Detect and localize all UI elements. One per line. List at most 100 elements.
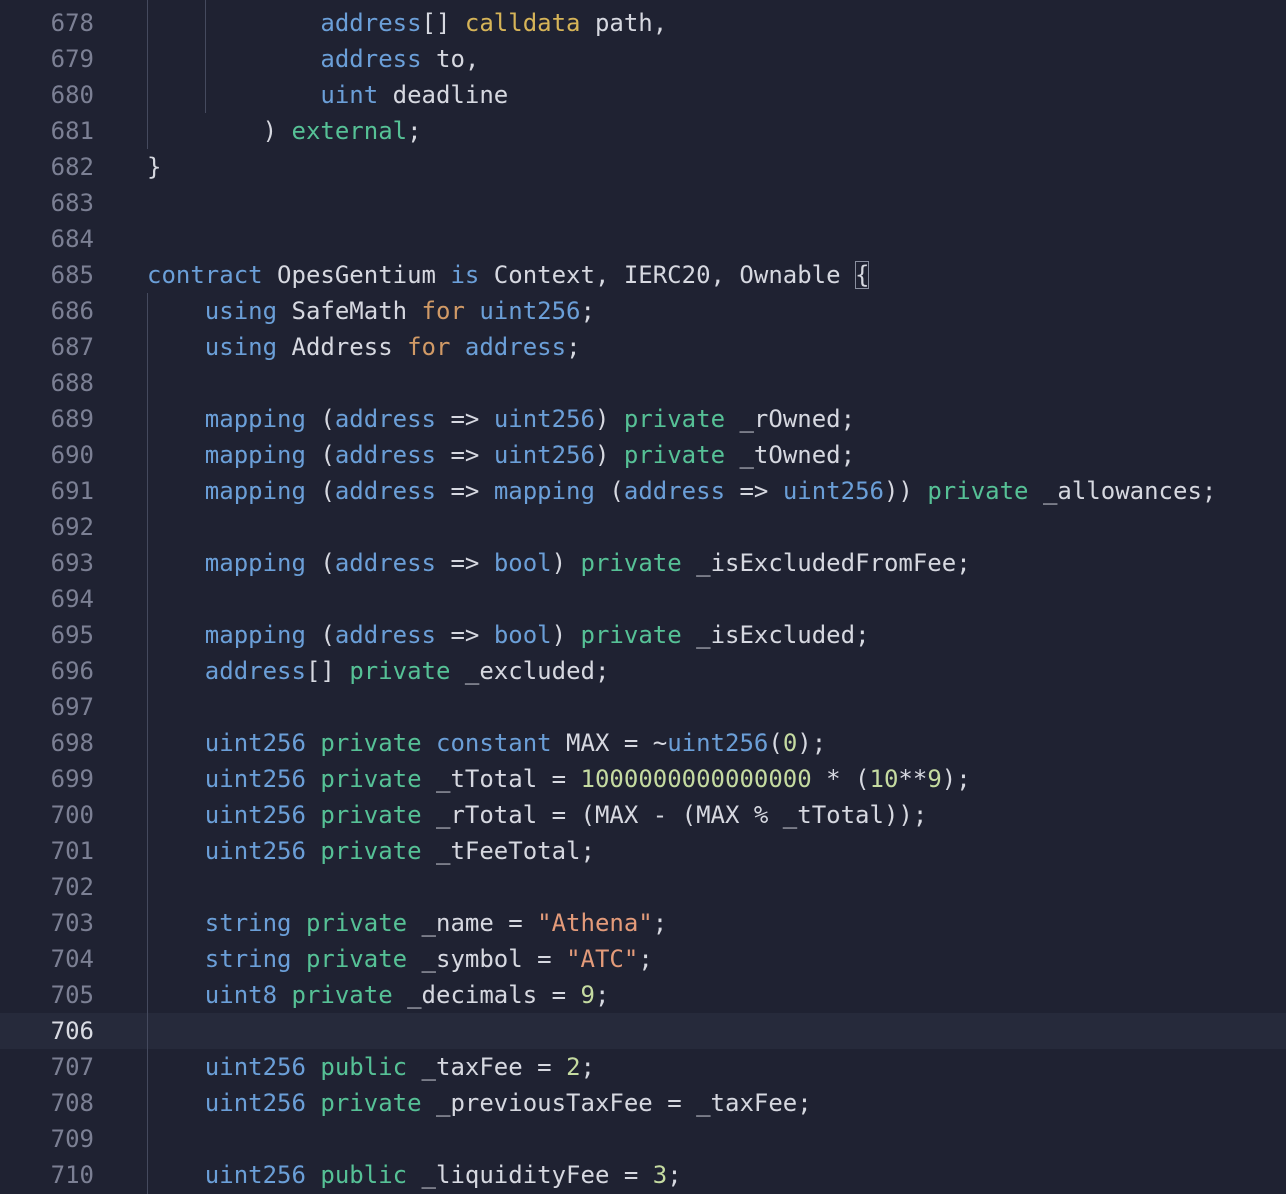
code-line[interactable]: 684 [0, 221, 1286, 257]
code-token: bool [493, 621, 552, 649]
code-line[interactable]: 692 [0, 509, 1286, 545]
code-line[interactable]: 709 [0, 1121, 1286, 1157]
code-token: address [320, 9, 422, 37]
code-line[interactable]: 707 uint256 public _taxFee = 2; [0, 1049, 1286, 1085]
code-token: mapping [204, 405, 306, 433]
code-token: uint256 [667, 729, 769, 757]
code-line[interactable]: 689 mapping (address => uint256) private… [0, 401, 1286, 437]
line-number: 706 [50, 1017, 94, 1045]
code-token: _symbol = [407, 945, 567, 973]
line-code: string private _symbol = "ATC"; [147, 941, 653, 977]
line-number: 695 [50, 621, 94, 649]
code-token: private [623, 405, 726, 433]
code-token: constant [436, 729, 552, 757]
code-line[interactable]: 681 ) external; [0, 113, 1286, 149]
code-token: _allowances; [1028, 477, 1217, 505]
code-token: string [204, 909, 292, 937]
line-number: 703 [50, 909, 94, 937]
code-token: [] [421, 9, 465, 37]
code-line[interactable]: 694 [0, 581, 1286, 617]
code-editor[interactable]: 678 address[] calldata path, 679 address … [0, 0, 1286, 1194]
code-token: ; [407, 117, 422, 145]
code-token: uint256 [204, 837, 306, 865]
code-token: _tFeeTotal; [421, 837, 595, 865]
code-line[interactable]: 678 address[] calldata path, [0, 5, 1286, 41]
code-line[interactable]: 690 mapping (address => uint256) private… [0, 437, 1286, 473]
line-number: 684 [50, 225, 94, 253]
code-token: contract [147, 261, 263, 289]
code-token: 2 [566, 1053, 581, 1081]
line-code: uint256 private _previousTaxFee = _taxFe… [147, 1085, 812, 1121]
code-token: => [436, 405, 494, 433]
code-line[interactable]: 708 uint256 private _previousTaxFee = _t… [0, 1085, 1286, 1121]
code-line[interactable]: 710 uint256 public _liquidityFee = 3; [0, 1157, 1286, 1193]
line-code: address[] calldata path, [147, 5, 667, 41]
code-token: * ( [811, 765, 870, 793]
code-token: to, [421, 45, 480, 73]
code-token: address [334, 621, 437, 649]
code-line[interactable]: 700 uint256 private _rTotal = (MAX - (MA… [0, 797, 1286, 833]
code-token: private [580, 549, 682, 577]
code-token: address [334, 549, 437, 577]
line-code: uint8 private _decimals = 9; [147, 977, 610, 1013]
code-token: uint256 [204, 1161, 306, 1189]
code-line[interactable]: 688 [0, 365, 1286, 401]
code-token: 0 [782, 729, 798, 757]
code-line[interactable]: 699 uint256 private _tTotal = 1000000000… [0, 761, 1286, 797]
line-number: 694 [50, 585, 94, 613]
code-token: _tOwned; [725, 441, 856, 469]
line-code: mapping (address => bool) private _isExc… [147, 617, 870, 653]
code-token: address [334, 477, 437, 505]
code-token: )) [883, 477, 928, 505]
code-token: ; [566, 333, 581, 361]
code-line[interactable]: 686 using SafeMath for uint256; [0, 293, 1286, 329]
indent-guide-params [205, 0, 206, 113]
code-token: ( [305, 621, 335, 649]
code-line[interactable]: 679 address to, [0, 41, 1286, 77]
code-line[interactable]: 691 mapping (address => mapping (address… [0, 473, 1286, 509]
code-line[interactable]: 701 uint256 private _tFeeTotal; [0, 833, 1286, 869]
code-token: private [320, 801, 422, 829]
code-token: _liquidityFee = [407, 1161, 653, 1189]
code-token: _isExcluded; [681, 621, 870, 649]
code-line[interactable]: 693 mapping (address => bool) private _i… [0, 545, 1286, 581]
code-line[interactable]: 683 [0, 185, 1286, 221]
line-number: 708 [50, 1089, 94, 1117]
line-code: uint256 private _tTotal = 10000000000000… [147, 761, 971, 797]
code-line[interactable]: 703 string private _name = "Athena"; [0, 905, 1286, 941]
code-line[interactable]: 698 uint256 private constant MAX = ~uint… [0, 725, 1286, 761]
code-line[interactable]: 687 using Address for address; [0, 329, 1286, 365]
code-line[interactable]: 680 uint deadline [0, 77, 1286, 113]
code-token: private [305, 945, 408, 973]
code-line[interactable]: 682} [0, 149, 1286, 185]
line-number: 709 [50, 1125, 94, 1153]
code-token: ( [305, 549, 335, 577]
line-code: string private _name = "Athena"; [147, 905, 667, 941]
line-code: uint256 public _taxFee = 2; [147, 1049, 595, 1085]
code-line[interactable]: 704 string private _symbol = "ATC"; [0, 941, 1286, 977]
code-line[interactable]: 702 [0, 869, 1286, 905]
code-token: uint256 [204, 729, 306, 757]
code-line[interactable]: 685 contract OpesGentium is Context, IERC… [0, 257, 1286, 293]
code-line[interactable]: 706 [0, 1013, 1286, 1049]
code-token: uint256 [479, 297, 581, 325]
code-token: address [623, 477, 726, 505]
code-token: ; [594, 981, 610, 1009]
code-token: ; [580, 297, 595, 325]
code-line[interactable]: 705 uint8 private _decimals = 9; [0, 977, 1286, 1013]
code-line[interactable]: 696 address[] private _excluded; [0, 653, 1286, 689]
code-line[interactable]: 697 [0, 689, 1286, 725]
line-code: ) external; [147, 113, 422, 149]
code-token: calldata [464, 9, 581, 37]
code-token: ; [667, 1161, 682, 1189]
code-line[interactable]: 695 mapping (address => bool) private _i… [0, 617, 1286, 653]
